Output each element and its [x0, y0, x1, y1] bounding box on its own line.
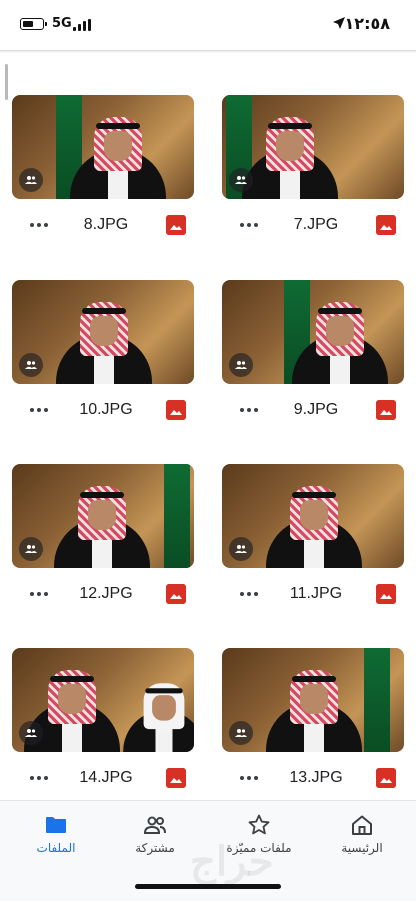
- top-divider: [0, 50, 416, 53]
- shared-people-icon: [229, 168, 253, 192]
- more-options-button[interactable]: [236, 582, 262, 606]
- file-thumbnail[interactable]: [12, 95, 194, 199]
- more-options-button[interactable]: [26, 582, 52, 606]
- more-options-button[interactable]: [236, 398, 262, 422]
- file-tile[interactable]: 8.JPG: [12, 95, 196, 265]
- image-file-icon: [376, 400, 396, 420]
- file-thumbnail[interactable]: [222, 95, 404, 199]
- status-time: ١٢:٥٨: [344, 14, 390, 33]
- file-tile[interactable]: 14.JPG: [12, 648, 196, 818]
- file-name: 11.JPG: [289, 585, 343, 602]
- shared-people-icon: [19, 168, 43, 192]
- file-tile[interactable]: 11.JPG: [222, 464, 406, 634]
- image-file-icon: [166, 584, 186, 604]
- more-options-button[interactable]: [26, 213, 52, 237]
- scrollbar-thumb[interactable]: [5, 64, 8, 100]
- file-name: 10.JPG: [79, 401, 133, 418]
- star-icon: [248, 814, 270, 835]
- file-tile[interactable]: 9.JPG: [222, 280, 406, 450]
- shared-people-icon: [229, 721, 253, 745]
- more-options-button[interactable]: [26, 398, 52, 422]
- image-file-icon: [376, 215, 396, 235]
- image-file-icon: [166, 768, 186, 788]
- shared-people-icon: [19, 537, 43, 561]
- shared-people-icon: [229, 537, 253, 561]
- file-thumbnail[interactable]: [222, 280, 404, 384]
- watermark-logo: حراج: [190, 838, 274, 885]
- file-thumbnail[interactable]: [12, 464, 194, 568]
- home-icon: [352, 815, 372, 835]
- file-tile[interactable]: 13.JPG: [222, 648, 406, 818]
- file-name: 14.JPG: [79, 769, 133, 786]
- signal-strength-icon: [73, 19, 95, 31]
- file-thumbnail[interactable]: [12, 648, 194, 752]
- file-name: 12.JPG: [79, 585, 133, 602]
- nav-home[interactable]: الرئيسية: [310, 813, 414, 861]
- file-tile[interactable]: 7.JPG: [222, 95, 406, 265]
- shared-people-icon: [19, 353, 43, 377]
- network-type: 5G: [52, 16, 72, 31]
- folder-icon: [46, 817, 66, 833]
- file-name: 7.JPG: [293, 216, 339, 233]
- image-file-icon: [376, 584, 396, 604]
- more-options-button[interactable]: [26, 766, 52, 790]
- image-file-icon: [376, 768, 396, 788]
- file-thumbnail[interactable]: [222, 648, 404, 752]
- file-thumbnail[interactable]: [222, 464, 404, 568]
- nav-files[interactable]: الملفات: [4, 813, 108, 861]
- file-tile[interactable]: 10.JPG: [12, 280, 196, 450]
- file-tile[interactable]: 12.JPG: [12, 464, 196, 634]
- nav-label: الرئيسية: [341, 841, 383, 855]
- status-bar: 5G ١٢:٥٨: [0, 0, 416, 50]
- image-file-icon: [166, 400, 186, 420]
- file-name: 9.JPG: [293, 401, 339, 418]
- nav-label: الملفات: [36, 841, 76, 855]
- people-icon: [143, 816, 166, 834]
- home-indicator[interactable]: [135, 884, 281, 889]
- file-thumbnail[interactable]: [12, 280, 194, 384]
- file-name: 8.JPG: [83, 216, 129, 233]
- more-options-button[interactable]: [236, 766, 262, 790]
- battery-icon: [20, 18, 47, 30]
- file-grid: 8.JPG 7.JPG 10.JPG 9.JPG 12.JPG 11.JPG 1…: [0, 0, 416, 900]
- file-name: 13.JPG: [289, 769, 343, 786]
- shared-people-icon: [19, 721, 43, 745]
- image-file-icon: [166, 215, 186, 235]
- shared-people-icon: [229, 353, 253, 377]
- more-options-button[interactable]: [236, 213, 262, 237]
